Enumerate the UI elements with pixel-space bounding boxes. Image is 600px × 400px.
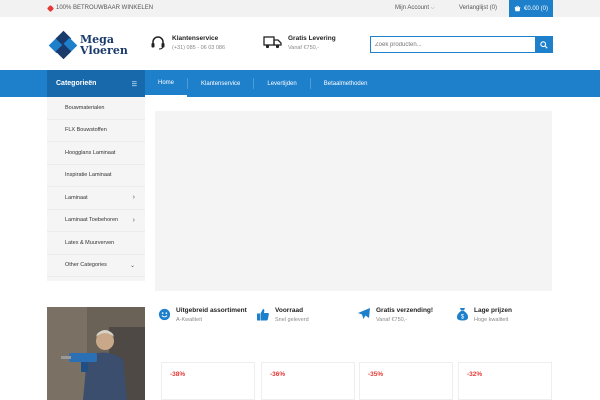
- my-account-link[interactable]: Mijn Account ⌵: [395, 5, 435, 11]
- category-item-laminaat-toebehoren[interactable]: Laminaat Toebehoren ›: [47, 210, 145, 232]
- customer-service-title: Klantenservice: [172, 35, 219, 42]
- category-item-laminaat[interactable]: Laminaat ›: [47, 187, 145, 210]
- discount-badge: -35%: [368, 371, 384, 378]
- category-item-inspiratie-laminaat[interactable]: Inspiratie Laminaat: [47, 165, 145, 187]
- usp-low-prices: $ Lage prijzen Hoge kwaliteit: [455, 307, 512, 323]
- discount-badge: -38%: [170, 371, 186, 378]
- usp-title: Gratis verzending!: [376, 307, 434, 314]
- money-bag-icon: $: [456, 308, 468, 321]
- chevron-down-icon: ⌵: [430, 5, 435, 11]
- usp-stock: Voorraad Snel geleverd: [256, 307, 309, 323]
- worker-drilling-image: [47, 307, 145, 400]
- category-item-bouwmaterialen[interactable]: Bouwmaterialen: [47, 97, 145, 120]
- airplane-icon: [358, 308, 370, 319]
- usp-free-shipping: Gratis verzending! Vanaf €750,-: [357, 307, 433, 323]
- tag-icon: [46, 4, 55, 12]
- category-item-hoogglans-laminaat[interactable]: Hoogglans Laminaat: [47, 142, 145, 165]
- nav-item-levertijden[interactable]: Levertijden: [254, 70, 309, 97]
- customer-service-phone: (+31) 085 - 06 03 086: [172, 45, 226, 51]
- nav-item-klantenservice[interactable]: Klantenservice: [188, 70, 253, 97]
- promo-image[interactable]: [47, 307, 145, 400]
- menu-icon: ☰: [131, 82, 137, 88]
- category-item-other[interactable]: Other Categories ⌄: [47, 255, 145, 277]
- product-card[interactable]: -36%: [261, 362, 355, 400]
- logo[interactable]: Mega Vloeren: [48, 30, 128, 60]
- usp-sub: Vanaf €750,-: [376, 317, 408, 323]
- truck-icon: [263, 36, 282, 49]
- search-button[interactable]: [535, 37, 552, 52]
- nav-menu: Home Klantenservice Levertijden Betaalme…: [145, 70, 380, 97]
- trust-badge: 100% BETROUWBAAR WINKELEN: [46, 4, 154, 12]
- cart-total: €0.00 (0): [523, 5, 548, 12]
- category-item-latex-muurverven[interactable]: Latex & Muurverven: [47, 232, 145, 255]
- search-input[interactable]: [375, 39, 525, 50]
- logo-mark: [48, 30, 78, 60]
- header: Mega Vloeren Klantenservice (+31) 085 - …: [0, 17, 600, 70]
- customer-service-block: Klantenservice (+31) 085 - 06 03 086: [150, 35, 225, 51]
- free-delivery-sub: Vanaf €750,-: [288, 45, 320, 51]
- product-card[interactable]: -35%: [359, 362, 453, 400]
- discount-badge: -36%: [270, 371, 286, 378]
- hero-slider[interactable]: [155, 111, 552, 291]
- categories-toggle[interactable]: Categorieën ☰: [47, 70, 145, 97]
- chevron-right-icon: ›: [132, 216, 135, 224]
- smiley-icon: [158, 308, 170, 320]
- category-item-flx-bouwstoffen[interactable]: FLX Bouwstoffen: [47, 120, 145, 142]
- chevron-right-icon: ›: [132, 194, 135, 202]
- usp-sub: Snel geleverd: [275, 317, 309, 323]
- logo-text: Mega Vloeren: [80, 33, 128, 57]
- product-card[interactable]: -38%: [161, 362, 255, 400]
- search-box: [370, 36, 553, 53]
- main-navbar: Categorieën ☰ Home Klantenservice Levert…: [0, 70, 600, 97]
- usp-title: Voorraad: [275, 307, 304, 314]
- nav-item-betaalmethoden[interactable]: Betaalmethoden: [311, 70, 381, 97]
- top-bar: 100% BETROUWBAAR WINKELEN Mijn Account ⌵…: [0, 0, 600, 17]
- usp-sub: A-Kwaliteit: [176, 317, 202, 323]
- my-account-label: Mijn Account: [395, 5, 430, 11]
- chevron-down-icon: ⌄: [129, 262, 135, 269]
- usp-assortment: Uitgebreid assortiment A-Kwaliteit: [157, 307, 247, 323]
- product-card[interactable]: -32%: [458, 362, 552, 400]
- wishlist-link[interactable]: Verlanglijst (0): [459, 5, 497, 11]
- category-sidebar: Bouwmaterialen FLX Bouwstoffen Hoogglans…: [47, 97, 145, 281]
- headset-icon: [151, 36, 165, 50]
- categories-label: Categorieën: [56, 80, 97, 87]
- usp-bar: Uitgebreid assortiment A-Kwaliteit Voorr…: [157, 307, 557, 331]
- cart-button[interactable]: €0.00 (0): [509, 0, 553, 17]
- discount-badge: -32%: [467, 371, 483, 378]
- nav-item-home[interactable]: Home: [145, 70, 188, 97]
- free-delivery-title: Gratis Levering: [288, 35, 336, 42]
- cart-icon: [514, 5, 521, 12]
- usp-title: Uitgebreid assortiment: [176, 307, 247, 314]
- usp-title: Lage prijzen: [474, 307, 512, 314]
- thumbs-up-icon: [257, 308, 269, 320]
- trust-text: 100% BETROUWBAAR WINKELEN: [56, 5, 154, 11]
- free-delivery-block: Gratis Levering Vanaf €750,-: [263, 35, 336, 51]
- usp-sub: Hoge kwaliteit: [474, 317, 509, 323]
- product-grid: -38% -36% -35% -32%: [161, 362, 552, 400]
- search-icon: [539, 40, 548, 49]
